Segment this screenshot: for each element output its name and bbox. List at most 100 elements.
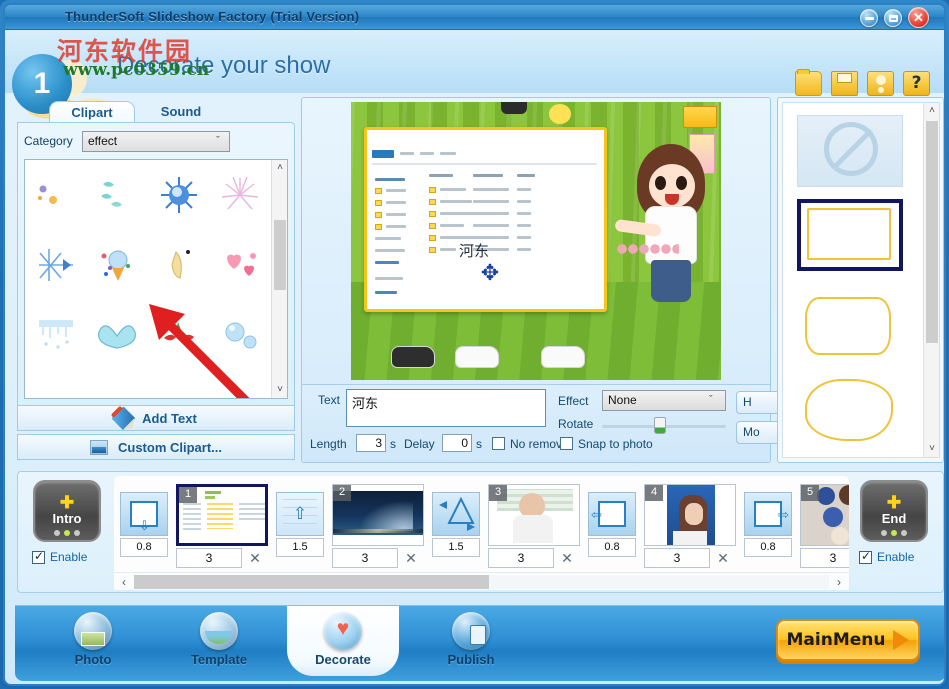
slide-thumbnail[interactable]: 2 [332, 484, 424, 546]
rotate-slider-thumb[interactable] [654, 417, 666, 434]
frame-rectangle-item[interactable] [797, 199, 903, 271]
clipart-item[interactable] [87, 370, 149, 398]
slide-delete-icon[interactable]: ✕ [398, 548, 424, 568]
scrollbar-thumb[interactable] [274, 220, 286, 290]
end-enable-row[interactable]: Enable [859, 549, 914, 564]
nav-publish[interactable]: Publish [415, 612, 527, 674]
clipart-item[interactable] [25, 300, 87, 370]
close-button[interactable]: ✕ [908, 7, 929, 28]
open-folder-icon[interactable] [795, 69, 822, 96]
slide-duration[interactable]: 3 [332, 548, 398, 568]
slide-cell[interactable]: 3 3 ✕ [488, 484, 580, 568]
delay-input[interactable] [442, 434, 472, 452]
tab-clipart[interactable]: Clipart [49, 101, 135, 123]
move-handle-icon[interactable]: ✥ [479, 262, 501, 284]
clipart-item[interactable] [25, 230, 87, 300]
slide-thumbnail[interactable]: 3 [488, 484, 580, 546]
transition-cell[interactable]: ⇧ 1.5 [274, 492, 326, 557]
slide-thumbnail[interactable]: 4 [644, 484, 736, 546]
slide-thumbnail[interactable]: 1 [176, 484, 268, 546]
nav-template[interactable]: Template [163, 612, 275, 674]
clipart-scrollbar[interactable]: ˄ ˅ [271, 160, 287, 398]
transition-duration[interactable]: 0.8 [744, 538, 792, 557]
clipart-item[interactable] [87, 300, 149, 370]
transition-thumb[interactable]: ↗ [432, 492, 480, 536]
hide-button[interactable]: H [736, 391, 780, 414]
slide-duration[interactable]: 3 [176, 548, 242, 568]
transition-thumb[interactable]: ⇩ [120, 492, 168, 536]
transition-thumb[interactable]: ⇨ [744, 492, 792, 536]
scroll-left-icon[interactable]: ‹ [114, 575, 134, 589]
clipart-item[interactable] [25, 370, 87, 398]
transition-duration[interactable]: 1.5 [276, 538, 324, 557]
clipart-item[interactable] [210, 300, 272, 370]
snap-to-photo-checkbox[interactable] [560, 437, 573, 450]
custom-clipart-button[interactable]: Custom Clipart... [17, 434, 295, 460]
clipart-item[interactable] [210, 370, 272, 398]
intro-enable-checkbox[interactable] [32, 549, 45, 564]
clipart-item[interactable] [148, 370, 210, 398]
slide-duration[interactable]: 3 [644, 548, 710, 568]
slide-cell[interactable]: 5 3 [800, 484, 849, 568]
support-icon[interactable] [867, 71, 894, 96]
transition-duration[interactable]: 1.5 [432, 538, 480, 557]
slide-cell[interactable]: 1 3 ✕ [176, 484, 268, 568]
transition-cell[interactable]: ⇩ 0.8 [118, 492, 170, 557]
embedded-photo-explorer-window[interactable]: 河东 ✥ [364, 127, 607, 312]
scroll-down-icon[interactable]: ˅ [272, 382, 287, 398]
filmstrip-scroll-track[interactable] [134, 574, 829, 589]
scrollbar-thumb[interactable] [926, 121, 938, 343]
transition-duration[interactable]: 0.8 [588, 538, 636, 557]
clipart-item[interactable] [210, 230, 272, 300]
intro-enable-row[interactable]: Enable [32, 549, 87, 564]
nav-photo[interactable]: Photo [37, 612, 149, 674]
filmstrip-scrollbar[interactable]: ‹ › [114, 572, 849, 590]
length-input[interactable] [356, 434, 386, 452]
chevron-down-icon[interactable]: ˇ [709, 394, 713, 406]
transition-cell[interactable]: ⇨ 0.8 [742, 492, 794, 557]
nav-decorate[interactable]: Decorate [287, 606, 399, 676]
more-button[interactable]: Mo [736, 421, 780, 444]
transition-duration[interactable]: 0.8 [120, 538, 168, 557]
transition-cell[interactable]: ↗ 1.5 [430, 492, 482, 557]
slide-thumbnail[interactable]: 5 [800, 484, 849, 546]
minimize-button[interactable] [860, 9, 878, 27]
slide-duration[interactable]: 3 [800, 548, 849, 568]
intro-button[interactable]: ✚ Intro [33, 480, 101, 542]
text-input[interactable] [346, 389, 546, 427]
transition-thumb[interactable]: ⇦ [588, 492, 636, 536]
help-icon[interactable]: ? [903, 71, 930, 96]
slide-delete-icon[interactable]: ✕ [554, 548, 580, 568]
scroll-up-icon[interactable]: ˄ [272, 160, 287, 176]
scroll-right-icon[interactable]: › [829, 575, 849, 589]
frame-cloud-item[interactable] [797, 375, 903, 447]
filmstrip-scroll-thumb[interactable] [134, 574, 489, 589]
tab-sound[interactable]: Sound [145, 101, 217, 123]
save-icon[interactable] [831, 71, 858, 96]
transition-thumb[interactable]: ⇧ [276, 492, 324, 536]
main-menu-button[interactable]: MainMenu [776, 619, 920, 661]
slide-duration[interactable]: 3 [488, 548, 554, 568]
add-text-button[interactable]: Add Text [17, 405, 295, 431]
slide-cell[interactable]: 4 3 ✕ [644, 484, 736, 568]
frame-scrollbar[interactable]: ˄ ˅ [923, 103, 939, 457]
slide-delete-icon[interactable]: ✕ [242, 548, 268, 568]
slide-delete-icon[interactable]: ✕ [710, 548, 736, 568]
clipart-item[interactable] [87, 160, 149, 230]
clipart-item[interactable] [148, 230, 210, 300]
slide-cell[interactable]: 2 3 ✕ [332, 484, 424, 568]
frame-none-item[interactable] [797, 115, 903, 187]
category-select[interactable]: effect [82, 131, 230, 152]
clipart-item[interactable] [148, 160, 210, 230]
clipart-item[interactable] [25, 160, 87, 230]
scroll-up-icon[interactable]: ˄ [924, 103, 939, 119]
end-button[interactable]: ✚ End [860, 480, 928, 542]
transition-cell[interactable]: ⇦ 0.8 [586, 492, 638, 557]
end-enable-checkbox[interactable] [859, 549, 872, 564]
maximize-button[interactable] [884, 9, 902, 27]
scroll-down-icon[interactable]: ˅ [924, 441, 939, 457]
clipart-item[interactable] [210, 160, 272, 230]
chevron-down-icon[interactable]: ˇ [212, 135, 224, 147]
effect-select[interactable]: None [602, 390, 726, 411]
slide-preview-stage[interactable]: 河东 ✥ [351, 102, 721, 380]
